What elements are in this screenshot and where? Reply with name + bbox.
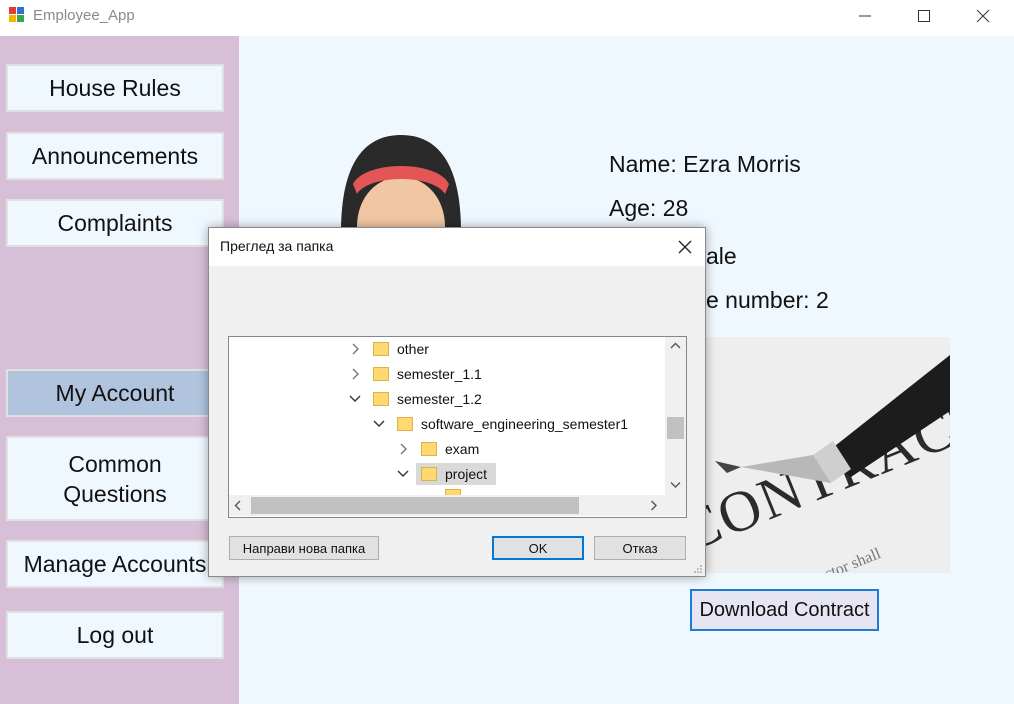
browse-folder-dialog: Преглед за папка other semester_1.1 seme… bbox=[208, 227, 706, 577]
chevron-right-icon[interactable] bbox=[350, 343, 362, 355]
download-contract-button[interactable]: Download Contract bbox=[690, 589, 879, 631]
chevron-right-icon[interactable] bbox=[398, 443, 410, 455]
tree-item-label: semester_1.1 bbox=[397, 366, 482, 382]
announcements-label: Announcements bbox=[31, 143, 199, 169]
tree-item-other[interactable]: other bbox=[229, 338, 665, 360]
minimize-button[interactable] bbox=[842, 0, 888, 32]
common-questions-label-line2: Questions bbox=[63, 480, 167, 507]
employee-gender: ale bbox=[706, 243, 737, 269]
horizontal-scroll-thumb[interactable] bbox=[251, 497, 579, 514]
scroll-up-icon bbox=[670, 342, 681, 349]
dialog-close-button[interactable] bbox=[671, 234, 699, 260]
ok-label: OK bbox=[528, 540, 548, 556]
vertical-scrollbar[interactable] bbox=[665, 337, 686, 495]
dialog-title: Преглед за папка bbox=[220, 238, 334, 254]
folder-icon bbox=[397, 417, 413, 431]
tree-item-semester-1-1[interactable]: semester_1.1 bbox=[229, 363, 665, 385]
scroll-left-icon bbox=[234, 500, 241, 511]
close-icon bbox=[976, 9, 990, 23]
cancel-button[interactable]: Отказ bbox=[594, 536, 686, 560]
minimize-icon bbox=[859, 15, 871, 17]
new-folder-label: Направи нова папка bbox=[242, 540, 366, 556]
close-icon bbox=[678, 240, 692, 254]
tree-item-project[interactable]: project bbox=[229, 463, 665, 485]
cancel-label: Отказ bbox=[622, 540, 658, 556]
scroll-down-icon bbox=[670, 482, 681, 488]
chevron-down-icon[interactable] bbox=[349, 393, 361, 405]
app-icon bbox=[9, 7, 25, 23]
tree-item-label: semester_1.2 bbox=[397, 391, 482, 407]
complaints-button[interactable]: Complaints bbox=[6, 199, 224, 247]
log-out-button[interactable]: Log out bbox=[6, 611, 224, 659]
folder-icon bbox=[421, 467, 437, 481]
resize-grip-icon[interactable] bbox=[693, 564, 703, 574]
contract-image: CONTRACT ctor shall bbox=[701, 337, 950, 573]
common-questions-label-line1: Common bbox=[68, 450, 162, 477]
chevron-down-icon[interactable] bbox=[373, 418, 385, 430]
tree-item-semester-1-2[interactable]: semester_1.2 bbox=[229, 388, 665, 410]
horizontal-scrollbar[interactable] bbox=[229, 495, 665, 516]
folder-icon bbox=[421, 442, 437, 456]
tree-item-label: project bbox=[445, 466, 488, 482]
manage-accounts-label: Manage Accounts bbox=[23, 551, 207, 577]
tree-item-label: software_engineering_semester1 bbox=[421, 416, 629, 432]
dialog-titlebar: Преглед за папка bbox=[209, 228, 705, 266]
manage-accounts-button[interactable]: Manage Accounts bbox=[6, 540, 224, 588]
window-title: Employee_App bbox=[33, 7, 135, 24]
common-questions-button[interactable]: Common Questions bbox=[6, 436, 224, 521]
download-contract-label: Download Contract bbox=[699, 598, 870, 621]
scroll-corner bbox=[665, 495, 686, 516]
employee-age: Age: 28 bbox=[609, 195, 689, 221]
employee-name: Name: Ezra Morris bbox=[609, 151, 801, 177]
tree-item-software-engineering[interactable]: software_engineering_semester1 bbox=[229, 413, 665, 435]
maximize-button[interactable] bbox=[901, 0, 947, 32]
new-folder-button[interactable]: Направи нова папка bbox=[229, 536, 379, 560]
chevron-down-icon[interactable] bbox=[397, 468, 409, 480]
tree-item-exam[interactable]: exam bbox=[229, 438, 665, 460]
announcements-button[interactable]: Announcements bbox=[6, 132, 224, 180]
house-rules-label: House Rules bbox=[49, 75, 181, 101]
chevron-right-icon[interactable] bbox=[350, 368, 362, 380]
window-titlebar: Employee_App bbox=[0, 0, 1014, 34]
close-button[interactable] bbox=[960, 0, 1006, 32]
folder-icon bbox=[373, 392, 389, 406]
tree-item-label: other bbox=[397, 341, 429, 357]
sidebar: House Rules Announcements Complaints My … bbox=[0, 36, 239, 704]
my-account-label: My Account bbox=[55, 380, 175, 406]
log-out-label: Log out bbox=[76, 622, 154, 648]
folder-tree[interactable]: other semester_1.1 semester_1.2 software… bbox=[228, 336, 687, 518]
folder-icon bbox=[373, 367, 389, 381]
scroll-right-icon bbox=[651, 500, 657, 511]
folder-icon bbox=[373, 342, 389, 356]
house-rules-button[interactable]: House Rules bbox=[6, 64, 224, 112]
my-account-button[interactable]: My Account bbox=[6, 369, 224, 417]
maximize-icon bbox=[918, 10, 930, 22]
employee-phone: e number: 2 bbox=[706, 287, 829, 313]
tree-item-label: exam bbox=[445, 441, 480, 457]
vertical-scroll-thumb[interactable] bbox=[667, 417, 684, 439]
avatar bbox=[341, 135, 461, 232]
ok-button[interactable]: OK bbox=[492, 536, 584, 560]
complaints-label: Complaints bbox=[57, 210, 173, 236]
